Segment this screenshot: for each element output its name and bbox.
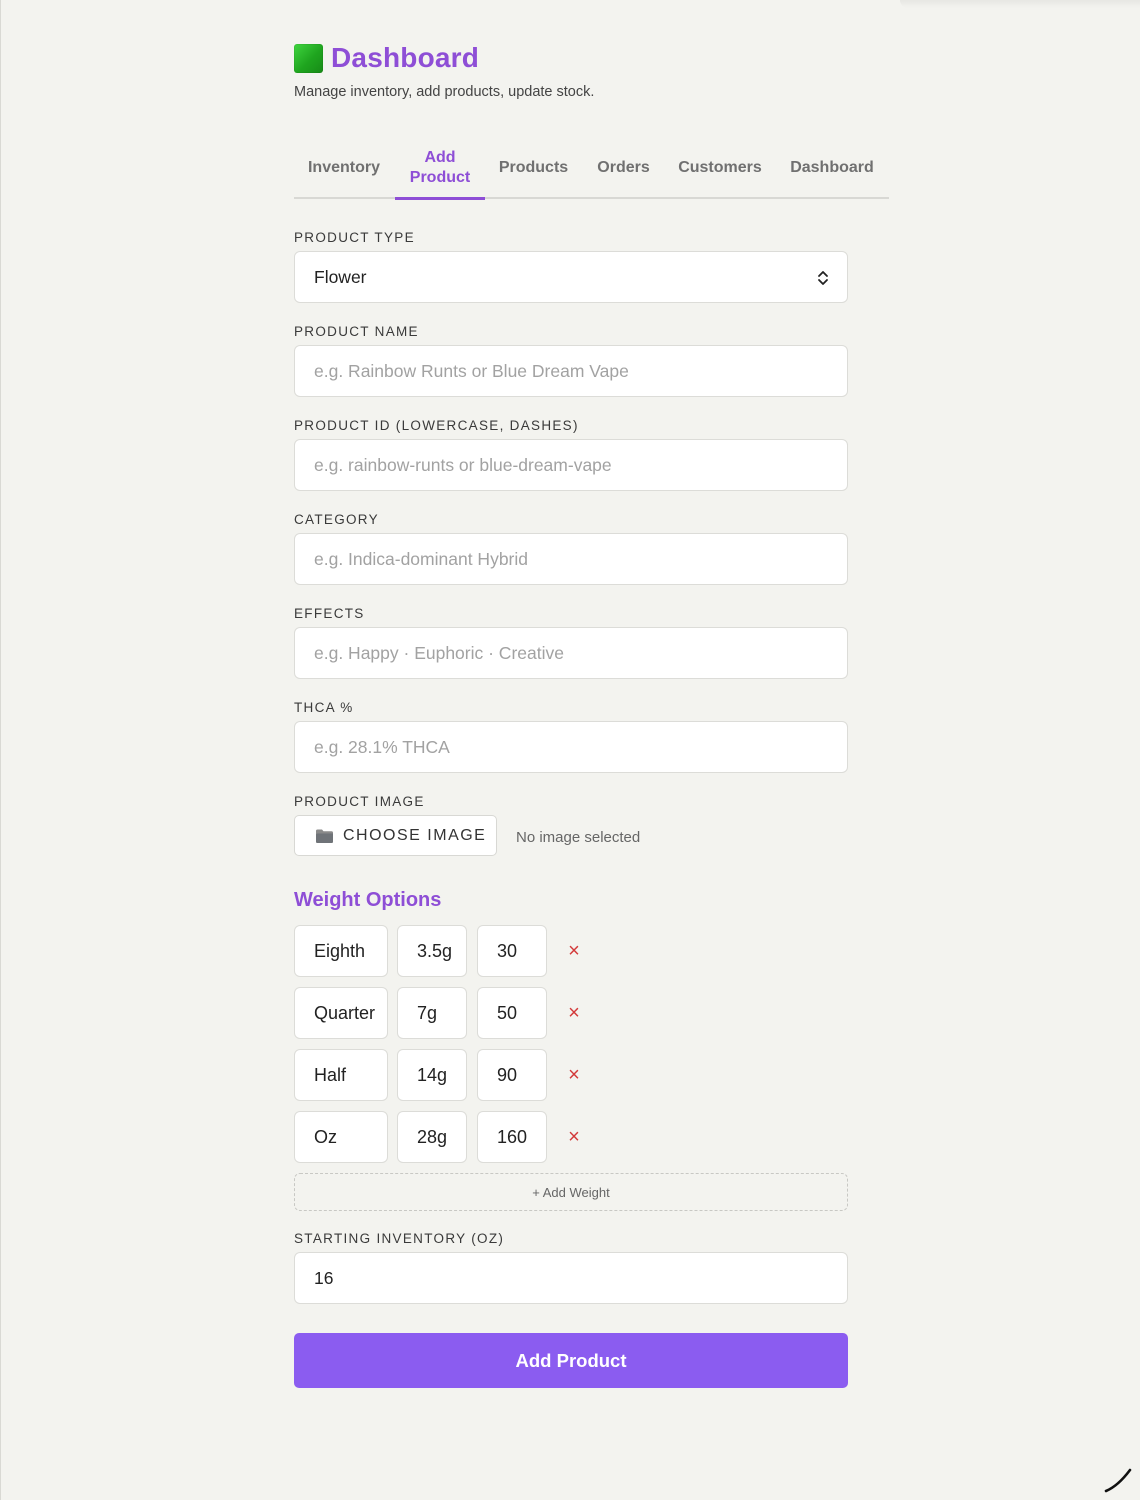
weight-row: Half 14g 90 × xyxy=(294,1049,848,1101)
starting-inventory-input[interactable]: 16 xyxy=(294,1252,848,1304)
product-image-label: PRODUCT IMAGE xyxy=(294,794,425,809)
effects-input[interactable]: e.g. Happy · Euphoric · Creative xyxy=(294,627,848,679)
product-name-label: PRODUCT NAME xyxy=(294,324,419,339)
choose-image-label: CHOOSE IMAGE xyxy=(343,826,487,844)
add-weight-button[interactable]: + Add Weight xyxy=(294,1173,848,1211)
weight-row: Oz 28g 160 × xyxy=(294,1111,848,1163)
add-product-button[interactable]: Add Product xyxy=(294,1333,848,1388)
weight-price-input[interactable]: 160 xyxy=(477,1111,547,1163)
remove-weight-icon[interactable]: × xyxy=(567,1127,581,1147)
weight-grams-input[interactable]: 14g xyxy=(397,1049,467,1101)
weight-name-input[interactable]: Eighth xyxy=(294,925,388,977)
category-input[interactable]: e.g. Indica-dominant Hybrid xyxy=(294,533,848,585)
thca-input[interactable]: e.g. 28.1% THCA xyxy=(294,721,848,773)
weight-name-input[interactable]: Oz xyxy=(294,1111,388,1163)
remove-weight-icon[interactable]: × xyxy=(567,1065,581,1085)
product-type-select[interactable]: Flower xyxy=(294,251,848,303)
weight-price-input[interactable]: 30 xyxy=(477,925,547,977)
effects-label: EFFECTS xyxy=(294,606,365,621)
image-status: No image selected xyxy=(516,829,641,846)
remove-weight-icon[interactable]: × xyxy=(567,1003,581,1023)
weight-name-input[interactable]: Half xyxy=(294,1049,388,1101)
choose-image-button[interactable]: CHOOSE IMAGE xyxy=(294,815,497,856)
remove-weight-icon[interactable]: × xyxy=(567,941,581,961)
weight-grams-input[interactable]: 7g xyxy=(397,987,467,1039)
weight-price-input[interactable]: 50 xyxy=(477,987,547,1039)
add-product-form: PRODUCT TYPE Flower PRODUCT NAME e.g. Ra… xyxy=(294,0,889,1500)
page: Dashboard Manage inventory, add products… xyxy=(0,0,1140,1500)
weight-grams-input[interactable]: 28g xyxy=(397,1111,467,1163)
product-type-value: Flower xyxy=(314,266,367,287)
product-type-label: PRODUCT TYPE xyxy=(294,230,415,245)
product-id-label: PRODUCT ID (LOWERCASE, DASHES) xyxy=(294,418,579,433)
starting-inventory-label: STARTING INVENTORY (OZ) xyxy=(294,1231,505,1246)
weight-options-title: Weight Options xyxy=(294,889,442,911)
weight-grams-input[interactable]: 3.5g xyxy=(397,925,467,977)
category-label: CATEGORY xyxy=(294,512,379,527)
product-id-input[interactable]: e.g. rainbow-runts or blue-dream-vape xyxy=(294,439,848,491)
window-shadow xyxy=(900,0,1140,8)
weight-name-input[interactable]: Quarter xyxy=(294,987,388,1039)
resize-handle-icon[interactable] xyxy=(1104,1464,1134,1494)
weight-row: Quarter 7g 50 × xyxy=(294,987,848,1039)
thca-label: THCA % xyxy=(294,700,354,715)
chevron-up-down-icon xyxy=(818,271,828,285)
product-name-input[interactable]: e.g. Rainbow Runts or Blue Dream Vape xyxy=(294,345,848,397)
weight-price-input[interactable]: 90 xyxy=(477,1049,547,1101)
weight-row: Eighth 3.5g 30 × xyxy=(294,925,848,977)
folder-icon xyxy=(316,829,333,843)
